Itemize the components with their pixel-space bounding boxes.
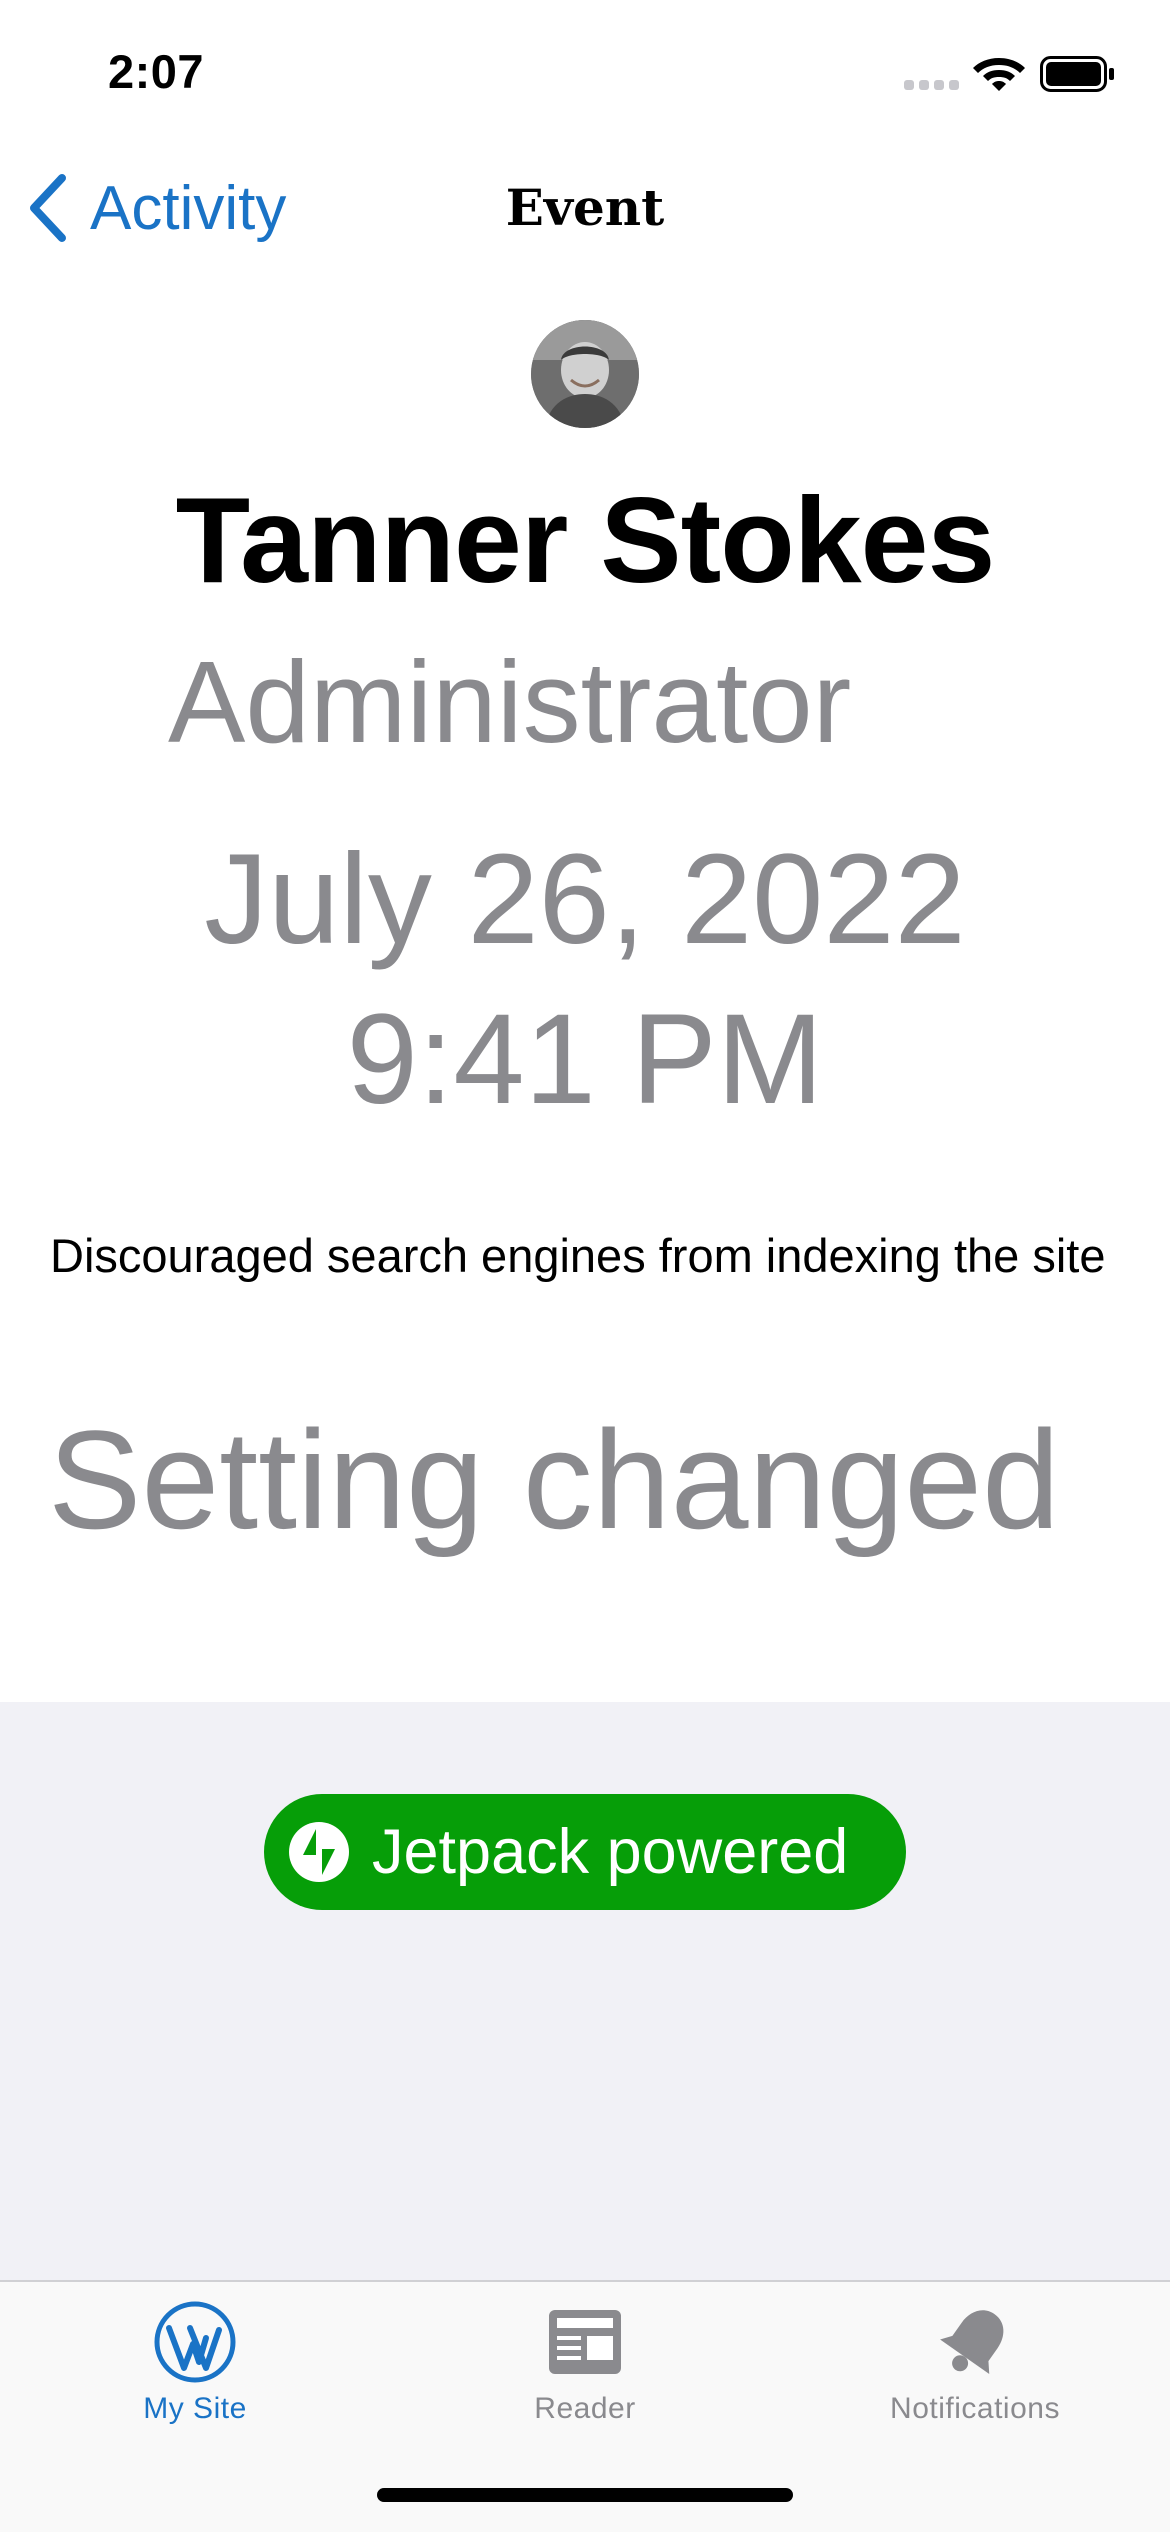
actor-name: Tanner Stokes (175, 472, 996, 608)
tab-label: Reader (534, 2392, 636, 2425)
jetpack-icon (289, 1822, 349, 1882)
event-type: Setting changed (48, 1401, 1060, 1558)
actor-role: Administrator (168, 637, 852, 767)
event-time: 9:41 PM (346, 988, 824, 1131)
avatar-image (531, 320, 639, 428)
tab-label: Notifications (890, 2392, 1060, 2425)
footer-area: Jetpack powered (0, 1702, 1170, 2280)
jetpack-powered-label: Jetpack powered (372, 1817, 849, 1887)
battery-icon (1040, 56, 1114, 92)
avatar (531, 320, 639, 428)
bell-icon (940, 2310, 1004, 2374)
cellular-signal-icon (904, 80, 959, 90)
page-title: Event (505, 178, 665, 237)
navigation-bar: Activity Event (0, 150, 1170, 260)
event-date: July 26, 2022 (204, 828, 966, 971)
status-bar: 2:07 (0, 0, 1170, 140)
tab-notifications[interactable]: Notifications (780, 2300, 1170, 2500)
tab-reader[interactable]: Reader (390, 2300, 780, 2500)
screen: 2:07 Activity Event Tanner Stokes Admini… (0, 0, 1170, 2532)
tab-label: My Site (143, 2392, 247, 2425)
tab-my-site[interactable]: My Site (0, 2300, 390, 2500)
jetpack-powered-badge[interactable]: Jetpack powered (264, 1794, 906, 1910)
wordpress-icon (154, 2301, 236, 2383)
reader-icon (549, 2310, 621, 2374)
status-time: 2:07 (108, 45, 205, 98)
wifi-icon (973, 58, 1025, 91)
event-description: Discouraged search engines from indexing… (50, 1229, 1106, 1282)
home-indicator[interactable] (377, 2488, 793, 2502)
